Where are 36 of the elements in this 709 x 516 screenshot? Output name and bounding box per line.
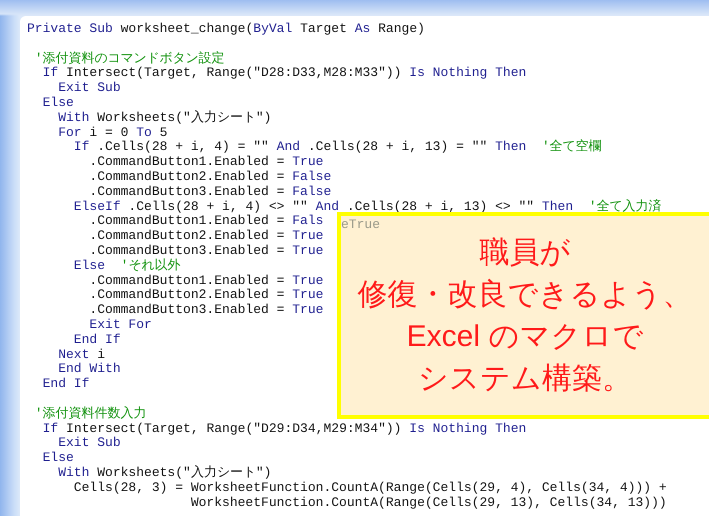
callout-text: システム構築。: [418, 360, 632, 396]
code-line: With Worksheets("入力シート"): [57, 110, 272, 126]
code-line: End If: [42, 377, 90, 392]
code-line: '添付資料件数入力: [34, 406, 147, 422]
callout-text: Excel のマクロで: [406, 318, 644, 354]
code-line: .CommandButton3.Enabled = True: [88, 303, 324, 318]
code-line: Exit Sub: [57, 436, 121, 452]
code-line: Else 'それ以外: [72, 258, 180, 274]
code-line: Else: [42, 96, 74, 111]
code-line: .CommandButton2.Enabled = False: [88, 170, 332, 185]
code-line: .CommandButton2.Enabled = True: [88, 288, 324, 304]
code-line: Next i: [57, 348, 106, 362]
code-line: If Intersect(Target, Range("D29:D34,M29:M34")) Is Nothing Then: [42, 422, 526, 436]
code-line: With Worksheets("入力シート"): [57, 466, 272, 481]
code-line: .CommandButton1.Enabled = True: [88, 155, 324, 170]
code-line: Else: [42, 451, 74, 466]
code-line: End With: [57, 362, 121, 378]
code-line: Cells(28, 3) = WorksheetFunction.CountA(Range(Cells(29, 4), Cells(34, 4))) +: [72, 480, 667, 496]
code-line: .CommandButton3.Enabled = True: [88, 244, 324, 258]
code-line: .CommandButton2.Enabled = True: [88, 229, 324, 244]
code-line: Private Sub worksheet_change(ByVal Target As Range): [27, 22, 425, 37]
code-line: .CommandButton1.Enabled = True: [88, 274, 324, 288]
code-line: Exit Sub: [57, 81, 121, 96]
code-line: End If: [72, 332, 121, 348]
callout-text: 職員が: [480, 234, 570, 270]
code-line: If Intersect(Target, Range("D28:D33,M28:M33")) Is Nothing Then: [42, 66, 526, 82]
code-line: ElseIf .Cells(28 + i, 4) <> "" And .Cells(28 + i, 13) <> "" Then '全て入力済: [72, 200, 662, 214]
faded-code-text: eTrue: [341, 217, 380, 232]
code-line: WorksheetFunction.CountA(Range(Cells(29, 13), Cells(34, 13))): [190, 496, 667, 510]
code-line: If .Cells(28 + i, 4) = "" And .Cells(28 + i, 13) = "" Then '全て空欄: [72, 140, 602, 156]
code-line: '添付資料のコマンドボタン設定: [34, 52, 225, 66]
code-line: Exit For: [88, 318, 152, 333]
code-line: For i = 0 To 5: [57, 126, 168, 140]
code-line: .CommandButton3.Enabled = False: [88, 184, 332, 200]
code-line: .CommandButton1.Enabled = Fals: [88, 214, 324, 230]
callout-text: 修復・改良できるよう、: [358, 276, 692, 312]
